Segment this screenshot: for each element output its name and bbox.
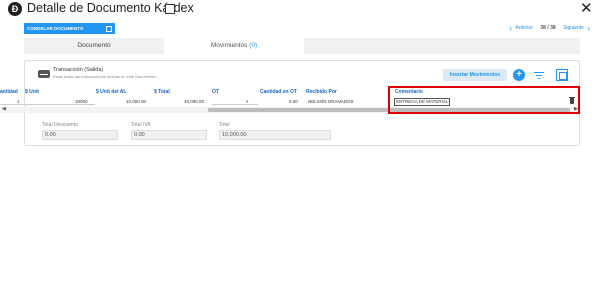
tab-documento[interactable]: Documento xyxy=(24,38,164,54)
total-field: 10,000.00 xyxy=(219,130,331,140)
cell-unit-al: 10,000.00 xyxy=(126,99,147,104)
close-icon[interactable]: ✕ xyxy=(580,0,593,17)
chevron-right-icon[interactable]: › xyxy=(587,23,590,34)
total-descuento-field: 0.00 xyxy=(42,130,118,140)
tab-strip-filler xyxy=(304,38,580,54)
record-pager: ‹ Anterior 38 / 38 Siguiente › xyxy=(509,23,590,34)
freeze-document-button[interactable]: CONGELAR DOCUMENTO xyxy=(24,23,115,34)
app-logo-icon: Ð xyxy=(8,2,22,16)
col-unit[interactable]: $ Unit xyxy=(25,89,39,95)
freeze-document-label: CONGELAR DOCUMENTO xyxy=(27,26,84,31)
record-counter: 38 / 38 xyxy=(540,25,556,31)
ot-select[interactable] xyxy=(212,98,258,105)
export-grid-icon[interactable] xyxy=(556,69,568,81)
maximize-checkbox-icon[interactable] xyxy=(165,4,175,14)
tab-movimientos[interactable]: Movimientos (0) xyxy=(164,38,304,54)
window-titlebar: Ð Detalle de Documento Kárdex ✕ xyxy=(0,0,604,20)
chevron-down-icon[interactable]: ▼ xyxy=(245,99,249,104)
total-iva-label: Total IVA xyxy=(131,122,151,128)
section-title: Transacción (Salida) xyxy=(53,67,104,73)
cantidad-input[interactable] xyxy=(0,98,24,105)
chevron-left-icon[interactable]: ‹ xyxy=(509,23,512,34)
comment-highlight-box xyxy=(388,86,580,114)
freeze-icon xyxy=(106,25,112,32)
tab-documento-label: Documento xyxy=(77,42,111,49)
col-total[interactable]: $ Total xyxy=(154,89,170,95)
cell-recibido: NELSON GRANADOS xyxy=(308,99,354,104)
cell-cantidad: 1 xyxy=(17,99,20,104)
total-iva-field: 0.00 xyxy=(131,130,207,140)
col-cantidad-ot[interactable]: Cantidad en OT xyxy=(260,89,297,95)
col-recibido[interactable]: Recibido Por xyxy=(306,89,337,95)
insert-movements-button[interactable]: Insertar Movimientos xyxy=(443,69,507,81)
section-subtitle: Estas todas las transacciones hechas en … xyxy=(53,74,156,79)
tab-movimientos-label: Movimientos xyxy=(210,42,248,49)
cell-cantidad-ot: 0.00 xyxy=(289,99,298,104)
add-row-button[interactable]: + xyxy=(513,69,525,81)
col-cantidad[interactable]: antidad xyxy=(0,89,18,95)
cell-unit: 10000 xyxy=(75,99,88,104)
total-descuento-label: Total Descuento xyxy=(42,122,78,128)
previous-record-link[interactable]: Anterior xyxy=(515,23,533,34)
document-tabs: Documento Movimientos (0) xyxy=(24,38,580,54)
transaction-icon xyxy=(38,70,50,78)
scroll-left-icon[interactable]: ◀ xyxy=(2,106,6,112)
col-ot[interactable]: OT xyxy=(212,89,219,95)
tab-movimientos-count: (0) xyxy=(249,42,258,49)
cell-total: 10,000.00 xyxy=(184,99,205,104)
col-unit-al[interactable]: $ Unit del AL xyxy=(96,89,126,95)
total-label: Total xyxy=(219,122,230,128)
filter-icon[interactable] xyxy=(533,69,545,81)
next-record-link[interactable]: Siguiente xyxy=(563,23,584,34)
